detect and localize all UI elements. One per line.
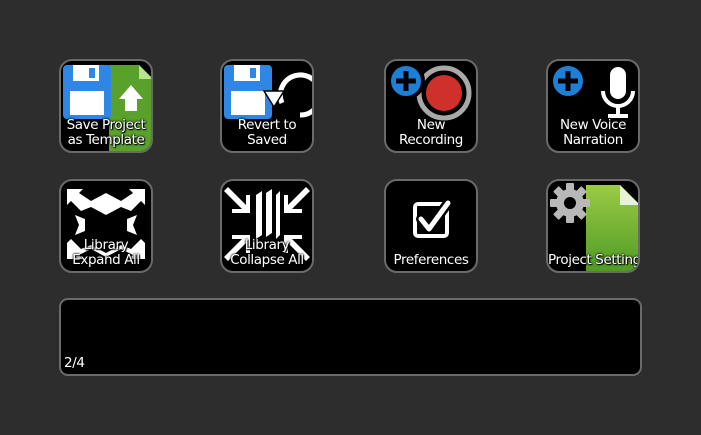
key-label: New Voice Narration — [559, 117, 627, 148]
save-project-as-template-button[interactable]: Save Project as Template — [59, 59, 153, 153]
revert-to-saved-button[interactable]: Revert to Saved — [220, 59, 314, 153]
touch-strip-display[interactable]: 2/4 — [59, 298, 642, 376]
key-label: New Recording — [399, 117, 463, 148]
key-label: Library Collapse All — [230, 237, 304, 268]
project-settings-button[interactable]: Project Settings — [546, 179, 640, 273]
library-expand-all-button[interactable]: Library Expand All — [59, 179, 153, 273]
page-indicator: 2/4 — [64, 355, 85, 371]
key-label: Revert to Saved — [237, 117, 297, 148]
preferences-button[interactable]: Preferences — [384, 179, 478, 273]
new-voice-narration-button[interactable]: New Voice Narration — [546, 59, 640, 153]
stream-deck-panel: Save Project as Template Revert to Saved — [0, 0, 701, 435]
key-label: Preferences — [393, 252, 469, 268]
key-label: Save Project as Template — [66, 117, 146, 148]
key-label: Project Settings — [548, 252, 640, 268]
library-collapse-all-button[interactable]: Library Collapse All — [220, 179, 314, 273]
key-label: Library Expand All — [72, 237, 140, 268]
new-recording-button[interactable]: New Recording — [384, 59, 478, 153]
